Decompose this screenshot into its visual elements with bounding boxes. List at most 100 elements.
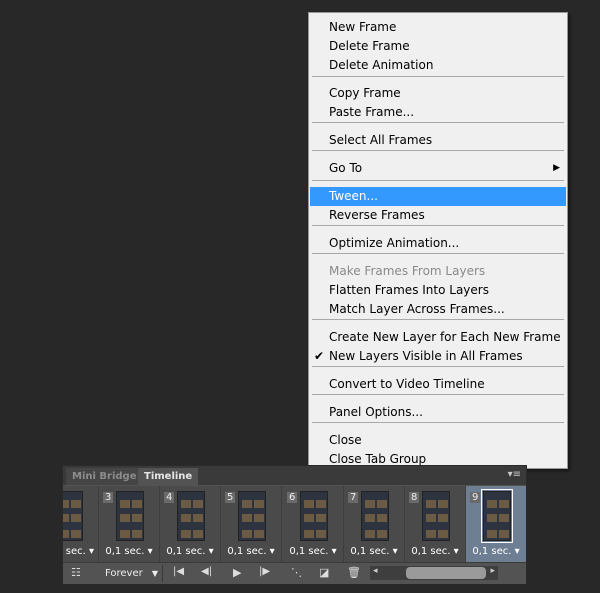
menu-item[interactable]: Panel Options... [310, 403, 566, 422]
frame-number: 4 [164, 492, 175, 503]
menu-item-label: Match Layer Across Frames... [329, 302, 505, 316]
timeline-context-menu: New Frame Delete Frame Delete Animation Cop… [308, 12, 568, 469]
tab-bar: Mini Bridge Timeline ▾≡ [63, 466, 526, 485]
menu-item[interactable]: Optimize Animation... [310, 234, 566, 253]
frame-thumbnail [361, 491, 389, 541]
frame-thumbnail [238, 491, 266, 541]
animation-frame[interactable]: 3 0,1 sec. ▾ [99, 486, 160, 562]
menu-item[interactable]: New Frame [310, 18, 566, 37]
menu-separator [312, 319, 564, 320]
frame-number: 8 [409, 492, 420, 503]
menu-separator [312, 76, 564, 77]
tween-icon[interactable]: ⋱ [291, 566, 302, 579]
frame-delay-select[interactable]: 0,1 sec. ▾ [160, 546, 220, 557]
frame-delay-select[interactable]: 0,1 sec. ▾ [283, 546, 343, 557]
scroll-right-icon[interactable]: ▸ [490, 566, 495, 576]
menu-item-label: Delete Animation [329, 58, 434, 72]
menu-separator [312, 150, 564, 151]
menu-separator [312, 253, 564, 254]
menu-item[interactable]: Flatten Frames Into Layers [310, 281, 566, 300]
menu-item-label: Copy Frame [329, 86, 401, 100]
menu-item-label: Tween... [329, 189, 378, 203]
menu-item[interactable]: Match Layer Across Frames... [310, 300, 566, 319]
menu-item-label: Convert to Video Timeline [329, 377, 485, 391]
chevron-down-icon: ▼ [151, 569, 158, 578]
tab-timeline[interactable]: Timeline [138, 468, 199, 485]
trash-icon[interactable]: 🗑 [347, 566, 361, 579]
animation-frame[interactable]: 6 0,1 sec. ▾ [283, 486, 344, 562]
menu-item[interactable]: ✔ New Layers Visible in All Frames [310, 347, 566, 366]
menu-item[interactable]: Tween... [310, 187, 566, 206]
frame-thumbnail [63, 491, 83, 541]
menu-separator [312, 394, 564, 395]
frame-number: 3 [103, 492, 114, 503]
menu-item[interactable]: Select All Frames [310, 131, 566, 150]
menu-item[interactable]: Reverse Frames [310, 206, 566, 225]
menu-item-label: Paste Frame... [329, 105, 415, 119]
timeline-panel: Mini Bridge Timeline ▾≡ sec. ▾ 3 0,1 sec. … [62, 465, 527, 584]
menu-item[interactable]: Create New Layer for Each New Frame [310, 328, 566, 347]
scrollbar-thumb[interactable] [406, 567, 486, 579]
menu-item[interactable]: Delete Animation [310, 56, 566, 75]
menu-separator [312, 225, 564, 226]
animation-frame[interactable]: 5 0,1 sec. ▾ [221, 486, 282, 562]
menu-item-label: Create New Layer for Each New Frame [329, 330, 561, 344]
frame-number: 6 [287, 492, 298, 503]
frame-thumbnail [422, 491, 450, 541]
menu-separator [312, 122, 564, 123]
frame-delay-select[interactable]: 0,1 sec. ▾ [405, 546, 465, 557]
submenu-arrow-icon: ▶ [553, 163, 560, 173]
new-frame-icon[interactable]: ◪ [319, 566, 329, 579]
menu-item[interactable]: Delete Frame [310, 37, 566, 56]
menu-separator [312, 422, 564, 423]
menu-item-label: Panel Options... [329, 405, 423, 419]
animation-frame[interactable]: 4 0,1 sec. ▾ [160, 486, 221, 562]
menu-item[interactable]: Go To ▶ [310, 159, 566, 178]
frames-strip: sec. ▾ 3 0,1 sec. ▾ 4 0,1 sec. ▾ 5 0,1 sec. ▾ 6… [63, 486, 526, 562]
menu-item[interactable]: Convert to Video Timeline [310, 375, 566, 394]
loop-value: Forever [105, 568, 143, 579]
play-icon[interactable]: ▶ [233, 566, 241, 579]
animation-frame[interactable]: 9 0,1 sec. ▾ [466, 486, 526, 562]
frame-thumbnail [300, 491, 328, 541]
menu-item-label: Reverse Frames [329, 208, 425, 222]
animation-frame[interactable]: 8 0,1 sec. ▾ [405, 486, 466, 562]
frame-thumbnail [116, 491, 144, 541]
frame-delay-select[interactable]: 0,1 sec. ▾ [344, 546, 404, 557]
panel-menu-icon[interactable]: ▾≡ [508, 469, 521, 480]
menu-item-label: Go To [329, 161, 363, 175]
menu-item-label: Close Tab Group [329, 452, 427, 466]
loop-select[interactable]: Forever ▼ [99, 565, 163, 582]
frame-thumbnail [177, 491, 205, 541]
frame-delay-select[interactable]: 0,1 sec. ▾ [99, 546, 159, 557]
menu-item-label: New Frame [329, 20, 397, 34]
frame-thumbnail [481, 489, 513, 543]
first-frame-icon[interactable]: |◀ [173, 566, 184, 577]
frame-number: 9 [470, 492, 481, 503]
menu-item-label: Select All Frames [329, 133, 433, 147]
animation-frame[interactable]: sec. ▾ [63, 486, 99, 562]
next-frame-icon[interactable]: |▶ [259, 566, 270, 577]
menu-item-label: Flatten Frames Into Layers [329, 283, 489, 297]
menu-item-label: Make Frames From Layers [329, 264, 486, 278]
menu-item-label: Close [329, 433, 362, 447]
horizontal-scrollbar[interactable]: ◂ ▸ [370, 566, 498, 580]
menu-item[interactable]: Copy Frame [310, 84, 566, 103]
tab-mini-bridge[interactable]: Mini Bridge [66, 468, 143, 485]
menu-item[interactable]: Close [310, 431, 566, 450]
menu-separator [312, 180, 564, 181]
frame-delay-select[interactable]: 0,1 sec. ▾ [221, 546, 281, 557]
menu-item: Make Frames From Layers [310, 262, 566, 281]
scroll-left-icon[interactable]: ◂ [373, 566, 378, 576]
menu-item[interactable]: Paste Frame... [310, 103, 566, 122]
menu-item-label: Delete Frame [329, 39, 410, 53]
previous-frame-icon[interactable]: ◀| [201, 566, 212, 577]
frame-number: 7 [348, 492, 359, 503]
convert-timeline-icon[interactable]: ☷ [71, 566, 81, 579]
frame-delay-select[interactable]: 0,1 sec. ▾ [466, 546, 526, 557]
frame-number: 5 [225, 492, 236, 503]
menu-separator [312, 366, 564, 367]
menu-item-label: New Layers Visible in All Frames [329, 349, 523, 363]
animation-frame[interactable]: 7 0,1 sec. ▾ [344, 486, 405, 562]
frame-delay-select[interactable]: sec. ▾ [63, 546, 98, 557]
